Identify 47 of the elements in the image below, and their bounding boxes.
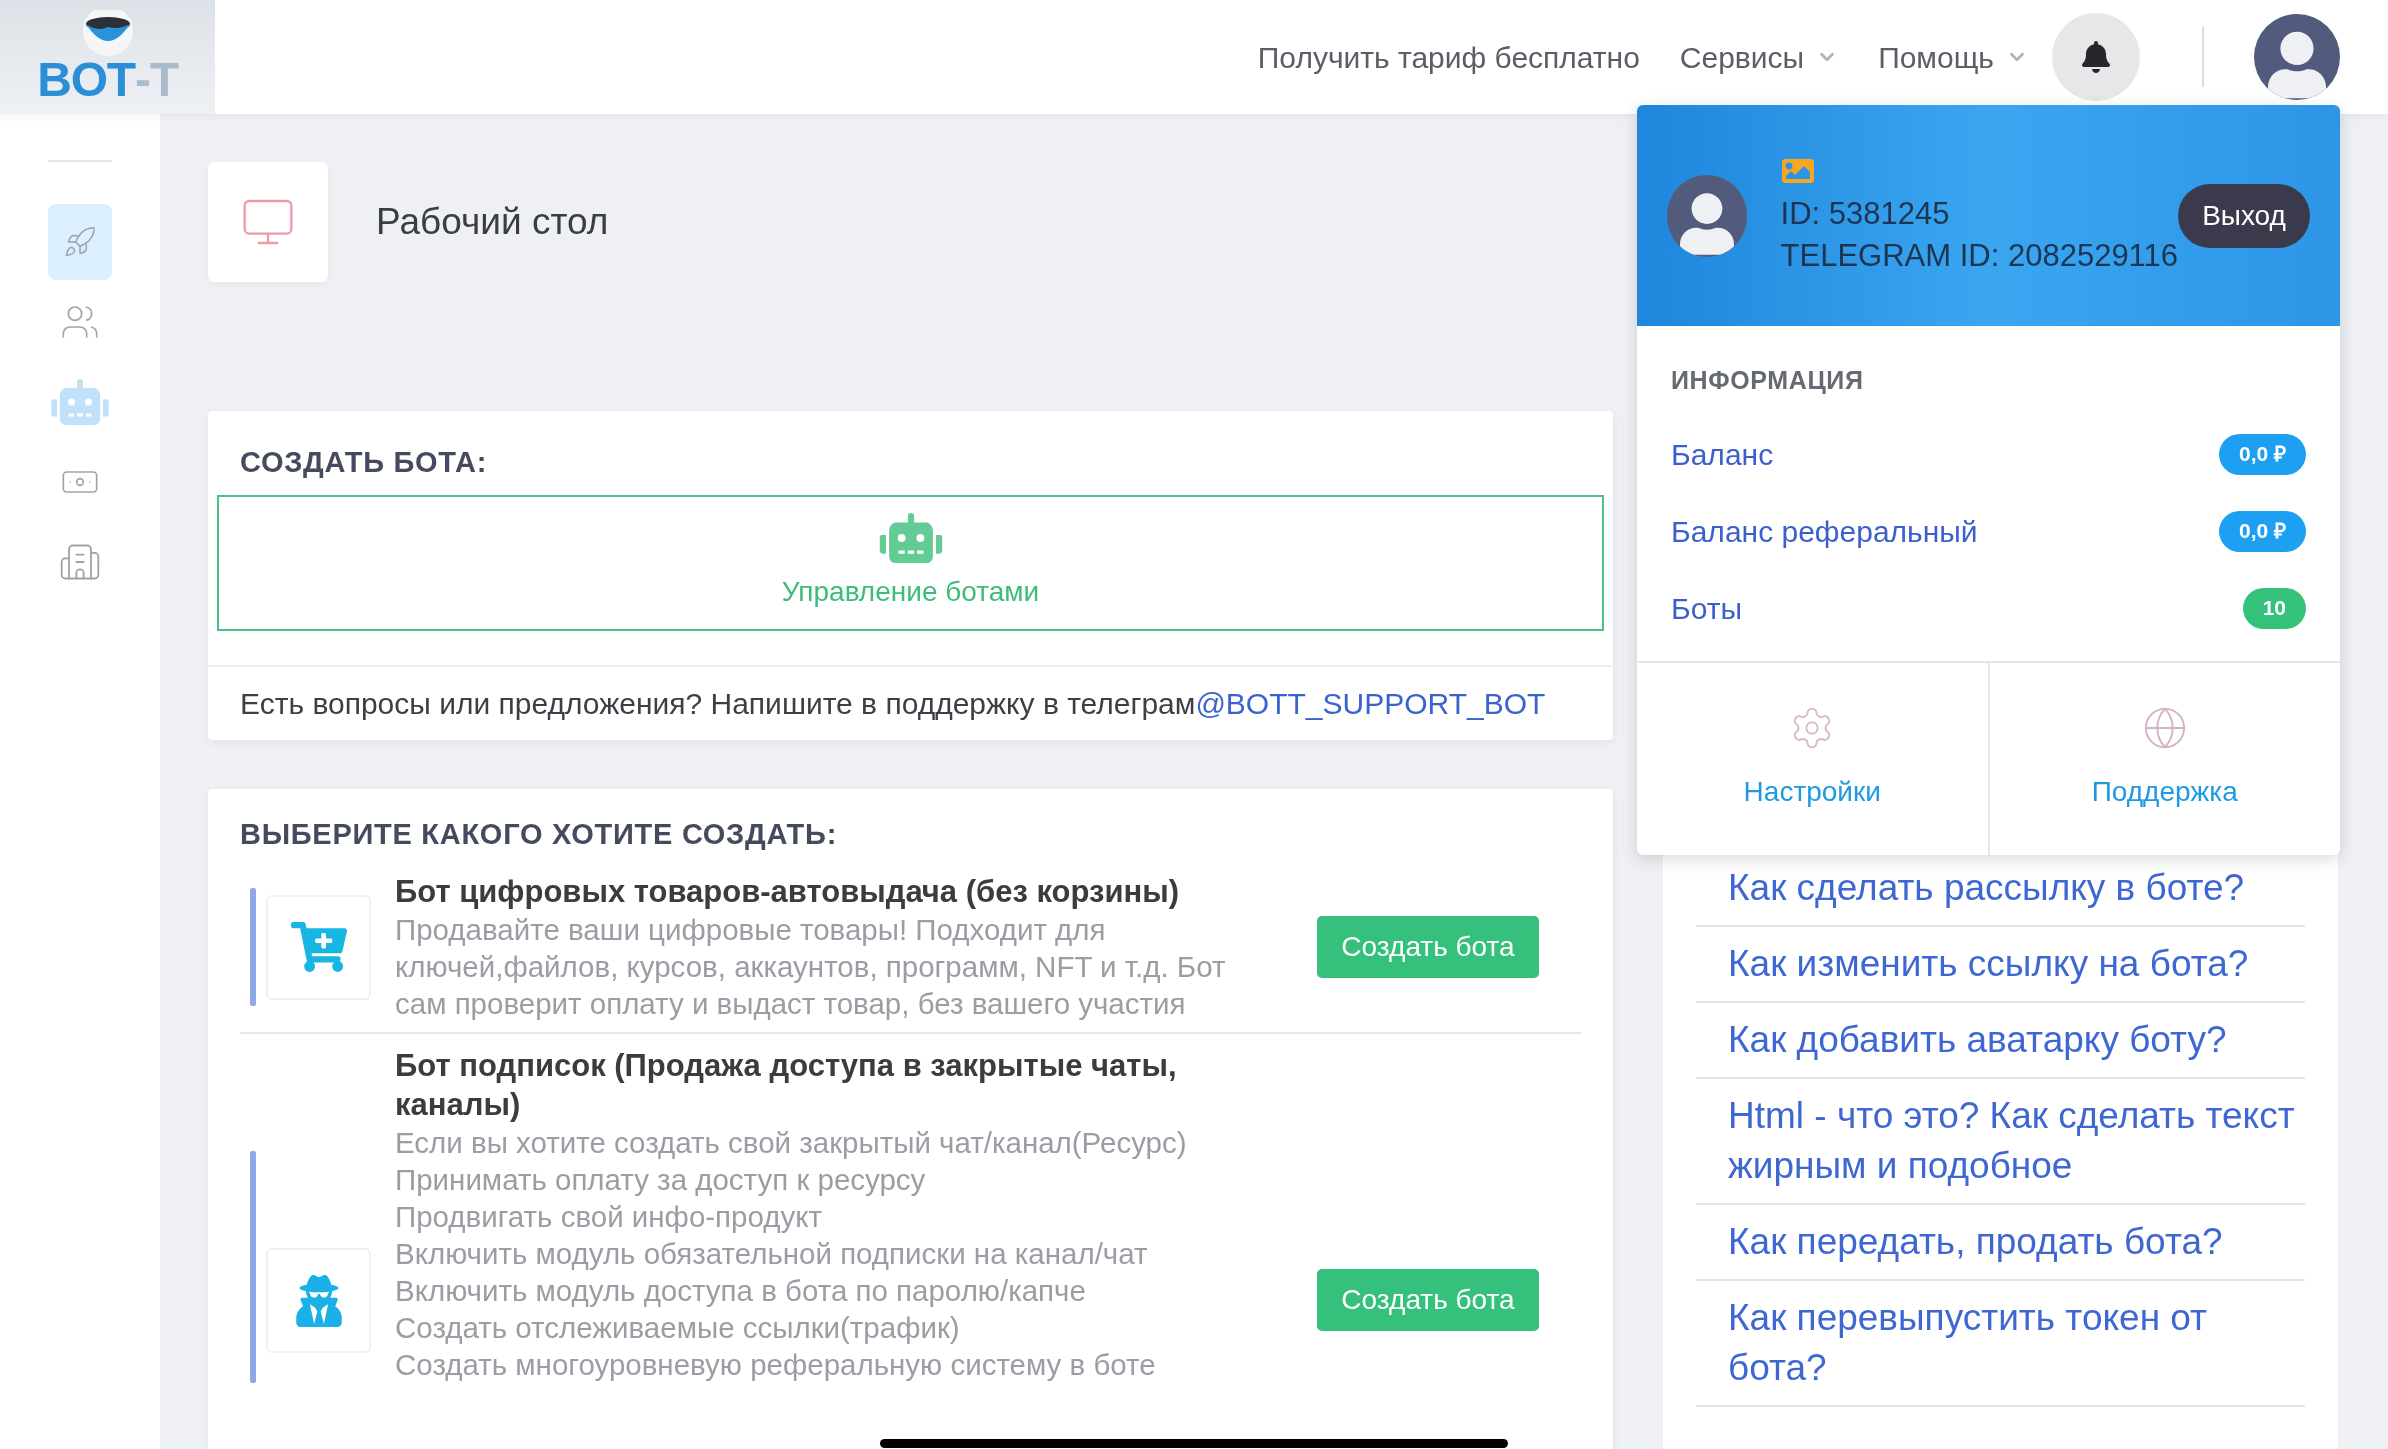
user-silhouette-icon bbox=[1679, 190, 1734, 257]
bot-description: Включить модуль обязательной подписки на канал/чат bbox=[395, 1236, 1149, 1272]
stat-link[interactable]: Боты bbox=[1671, 585, 1742, 631]
logo-suffix: -T bbox=[134, 56, 178, 104]
card-title: СОЗДАТЬ БОТА: bbox=[240, 445, 489, 480]
nav-link[interactable]: Получить тариф бесплатно bbox=[1257, 34, 1640, 80]
card-title: ВЫБЕРИТЕ КАКОГО ХОТИТЕ СОЗДАТЬ: bbox=[240, 816, 838, 852]
logout-button[interactable]: Выход bbox=[2178, 183, 2310, 248]
support-link[interactable]: @BOTT_SUPPORT_BOT bbox=[1195, 686, 1546, 720]
stat-badge: 10 bbox=[2242, 587, 2306, 629]
bot-description: Включить модуль доступа в бота по паролю/капче bbox=[395, 1273, 1087, 1309]
logo-text: BOT bbox=[37, 56, 135, 104]
page-title: Рабочий стол bbox=[376, 200, 609, 245]
telegram-id: TELEGRAM ID: 2082529116 bbox=[1780, 236, 2179, 275]
stat-link[interactable]: Баланс реферальный bbox=[1671, 508, 1978, 554]
bot-description: Принимать оплату за доступ к ресурсу bbox=[395, 1162, 927, 1198]
bot-description: Продавайте ваши цифровые товары! Подходит для ключей,файлов, курсов, аккаунтов, программ, NFT и т.д. Бот сам проверит оплату и выдаст товар, без вашего участия bbox=[395, 912, 1227, 1022]
user-id: ID: 5381245 bbox=[1780, 194, 1951, 233]
user-silhouette-icon bbox=[2268, 30, 2326, 100]
help-link[interactable]: Как перевыпустить токен от бота? bbox=[1696, 1293, 2305, 1393]
sidebar-item[interactable] bbox=[48, 204, 112, 280]
help-link[interactable]: Как передать, продать бота? bbox=[1696, 1217, 2305, 1267]
robot-icon bbox=[878, 512, 943, 563]
spy-icon bbox=[295, 1274, 342, 1327]
help-link[interactable]: Как изменить ссылку на бота? bbox=[1696, 939, 2305, 989]
menu-action[interactable]: Настройки bbox=[1637, 662, 1988, 855]
bot-description: Продвигать свой инфо-продукт bbox=[395, 1199, 823, 1235]
bot-description: Создать отслеживаемые ссылки(трафик) bbox=[395, 1310, 961, 1346]
section-title: ИНФОРМАЦИЯ bbox=[1671, 365, 1865, 396]
robot-icon bbox=[51, 379, 109, 425]
stat-badge: 0,0 ₽ bbox=[2218, 510, 2306, 552]
bot-description: Создать многоуровневую реферальную систему в боте bbox=[395, 1347, 1157, 1383]
help-link[interactable]: Как сделать рассылку в боте? bbox=[1696, 863, 2305, 913]
help-link[interactable]: Как добавить аватарку боту? bbox=[1696, 1015, 2305, 1065]
nav-link[interactable]: Помощь bbox=[1878, 34, 2028, 80]
cart-icon bbox=[290, 922, 347, 972]
bot-title: Бот подписок (Продажа доступа в закрытые чаты, каналы) bbox=[395, 1047, 1178, 1124]
nav-link[interactable]: Сервисы bbox=[1679, 34, 1839, 80]
help-link[interactable]: Html - что это? Как сделать текст жирным и подобное bbox=[1696, 1091, 2305, 1191]
bell-icon bbox=[2081, 41, 2111, 73]
bot-title: Бот цифровых товаров-автовыдача (без корзины) bbox=[395, 873, 1180, 911]
support-text: Есть вопросы или предложения? Напишите в поддержку в телеграм@BOTT_SUPPORT_BOT bbox=[240, 685, 1547, 722]
logo[interactable]: BOT-T bbox=[0, 0, 215, 114]
bot-description: Если вы хотите создать свой закрытый чат/канал(Ресурс) bbox=[395, 1125, 1188, 1161]
stat-link[interactable]: Баланс bbox=[1671, 431, 1774, 477]
stat-badge: 0,0 ₽ bbox=[2218, 433, 2306, 475]
menu-action[interactable]: Поддержка bbox=[1987, 662, 2340, 855]
